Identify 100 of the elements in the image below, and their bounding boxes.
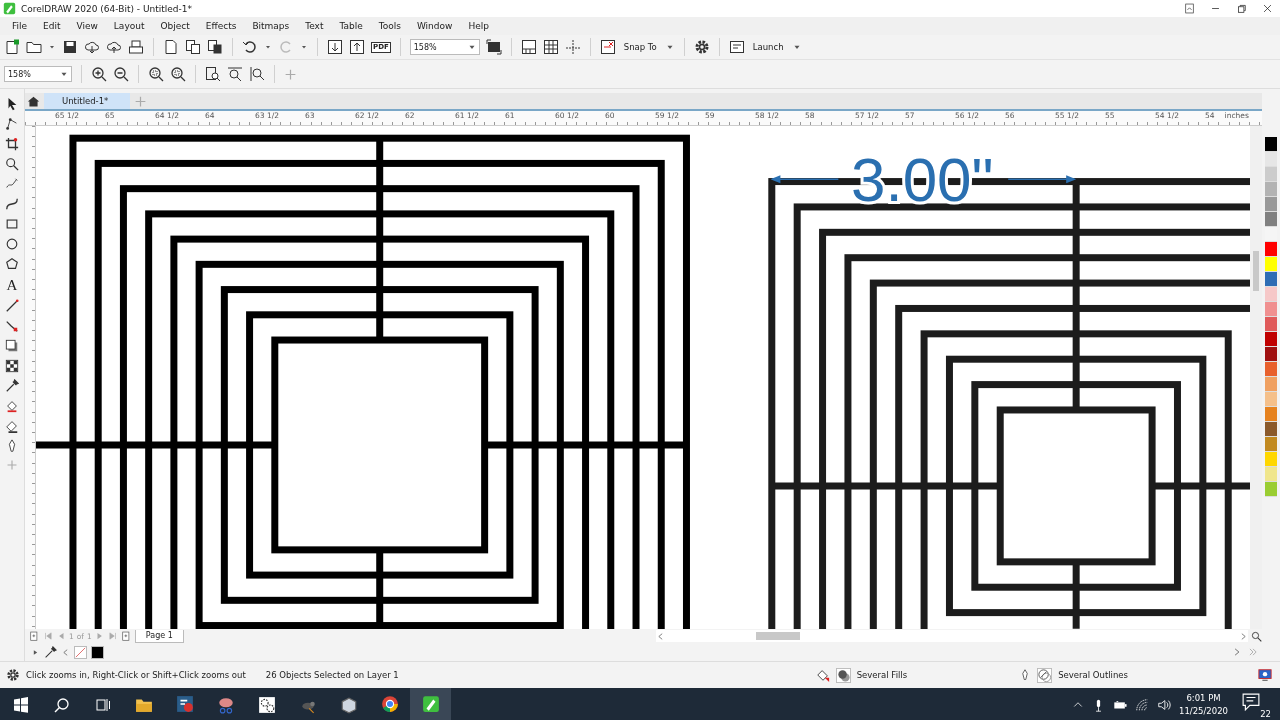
horizontal-scrollbar[interactable] [656, 630, 1248, 642]
zoom-in-icon[interactable] [91, 66, 107, 82]
settings-icon[interactable] [693, 39, 710, 55]
color-swatch[interactable] [1265, 317, 1277, 332]
checkerboard-icon[interactable] [5, 359, 19, 373]
snap-to-button[interactable]: Snap To [621, 42, 659, 52]
eyedropper-icon[interactable] [44, 645, 57, 659]
zoom-selected-icon[interactable] [148, 66, 164, 82]
folder-icon[interactable] [26, 39, 42, 55]
menu-item[interactable]: Tools [370, 21, 409, 31]
menu-item[interactable]: File [4, 21, 36, 31]
eyedropper-icon[interactable] [5, 379, 19, 393]
menu-item[interactable]: Window [408, 21, 461, 31]
color-swatch[interactable] [1265, 242, 1277, 257]
document-icon[interactable] [163, 39, 179, 55]
zoom-level-combo[interactable]: 158% [409, 39, 480, 55]
page-tab[interactable]: Page 1 [134, 629, 184, 643]
document-tab[interactable]: Untitled-1* [44, 93, 131, 109]
task-view-icon[interactable] [94, 697, 111, 713]
menu-item[interactable]: Effects [197, 21, 245, 31]
menu-item[interactable]: Layout [105, 21, 153, 31]
speaker-icon[interactable] [1157, 698, 1171, 712]
color-swatch[interactable] [1265, 452, 1277, 467]
scrollbar-thumb[interactable] [756, 632, 800, 640]
color-swatch[interactable] [1265, 257, 1277, 272]
import-icon[interactable] [327, 39, 343, 55]
color-swatch[interactable] [1265, 362, 1277, 377]
zoom-icon[interactable] [5, 157, 19, 171]
rulers-icon[interactable] [520, 39, 537, 55]
line-icon[interactable] [5, 299, 19, 313]
feedback-icon[interactable] [1183, 3, 1195, 14]
cloud-download-icon[interactable] [84, 39, 100, 55]
pages-icon[interactable] [207, 39, 223, 55]
shape-edit-icon[interactable] [5, 117, 19, 131]
color-swatch[interactable] [1265, 467, 1277, 482]
color-swatch[interactable] [1265, 302, 1277, 317]
zoom-all-icon[interactable] [170, 66, 186, 82]
windows-start-icon[interactable] [12, 697, 29, 713]
folder-icon[interactable] [134, 696, 153, 714]
color-swatch[interactable] [1265, 407, 1277, 422]
cloud-upload-icon[interactable] [106, 39, 122, 55]
scissors-icon[interactable] [216, 696, 235, 714]
menu-item[interactable]: Text [297, 21, 332, 31]
scrollbar-thumb[interactable] [1253, 251, 1259, 291]
add-page-icon[interactable] [29, 630, 40, 642]
cube-icon[interactable] [339, 696, 358, 714]
color-swatch[interactable] [1265, 152, 1277, 167]
menu-item[interactable]: Table [331, 21, 371, 31]
launch-button[interactable]: Launch [750, 42, 786, 52]
color-swatch[interactable] [1265, 392, 1277, 407]
menu-item[interactable]: Object [152, 21, 198, 31]
new-document-icon[interactable] [4, 39, 20, 55]
menu-item[interactable]: Help [460, 21, 497, 31]
document-color-swatch[interactable] [91, 645, 104, 659]
crop-icon[interactable] [5, 137, 19, 151]
browser-icon[interactable] [380, 695, 399, 713]
no-fill-swatch[interactable] [74, 645, 87, 659]
menu-item[interactable]: View [68, 21, 106, 31]
color-swatch[interactable] [1265, 482, 1277, 497]
curve-icon[interactable] [5, 197, 19, 211]
fill-icon[interactable] [5, 419, 19, 433]
color-swatch[interactable] [1265, 422, 1277, 437]
pages-icon[interactable] [185, 39, 201, 55]
menu-item[interactable]: Bitmaps [244, 21, 298, 31]
notifications-icon[interactable] [1242, 693, 1260, 711]
ellipse-icon[interactable] [5, 237, 19, 251]
freehand-icon[interactable] [5, 177, 19, 191]
home-icon[interactable] [27, 94, 40, 108]
rectangle-icon[interactable] [5, 217, 19, 231]
undo-icon[interactable] [242, 39, 258, 55]
close-icon[interactable] [1261, 3, 1273, 14]
snap-off-icon[interactable] [599, 39, 616, 55]
zoom-out-icon[interactable] [113, 66, 129, 82]
color-swatch[interactable] [1265, 287, 1277, 302]
zoom-page-icon[interactable] [205, 66, 221, 82]
color-swatch[interactable] [1265, 437, 1277, 452]
shadow-icon[interactable] [5, 339, 19, 353]
add-page-icon[interactable] [120, 630, 132, 642]
gears-icon[interactable] [257, 696, 276, 714]
full-screen-icon[interactable] [485, 39, 502, 55]
connector-icon[interactable] [5, 319, 19, 333]
outline-swatch-icon[interactable] [1037, 667, 1053, 683]
color-swatch[interactable] [1265, 167, 1277, 182]
export-icon[interactable] [349, 39, 365, 55]
save-icon[interactable] [62, 39, 78, 55]
color-swatch[interactable] [1265, 332, 1277, 347]
color-swatch[interactable] [1265, 137, 1277, 152]
color-swatch[interactable] [1265, 197, 1277, 212]
search-icon[interactable] [53, 697, 70, 713]
grid-icon[interactable] [542, 39, 559, 55]
clock-date[interactable]: 11/25/2020 [1179, 705, 1228, 718]
color-swatch[interactable] [1265, 377, 1277, 392]
menu-item[interactable]: Edit [35, 21, 69, 31]
zoom-level-combo[interactable]: 158% [4, 66, 72, 82]
pen-app-icon[interactable] [421, 695, 440, 713]
restore-icon[interactable] [1235, 3, 1247, 14]
app-icon[interactable] [175, 695, 194, 713]
color-swatch[interactable] [1265, 272, 1277, 287]
clock-time[interactable]: 6:01 PM [1186, 692, 1221, 705]
color-swatch[interactable] [1265, 212, 1277, 227]
